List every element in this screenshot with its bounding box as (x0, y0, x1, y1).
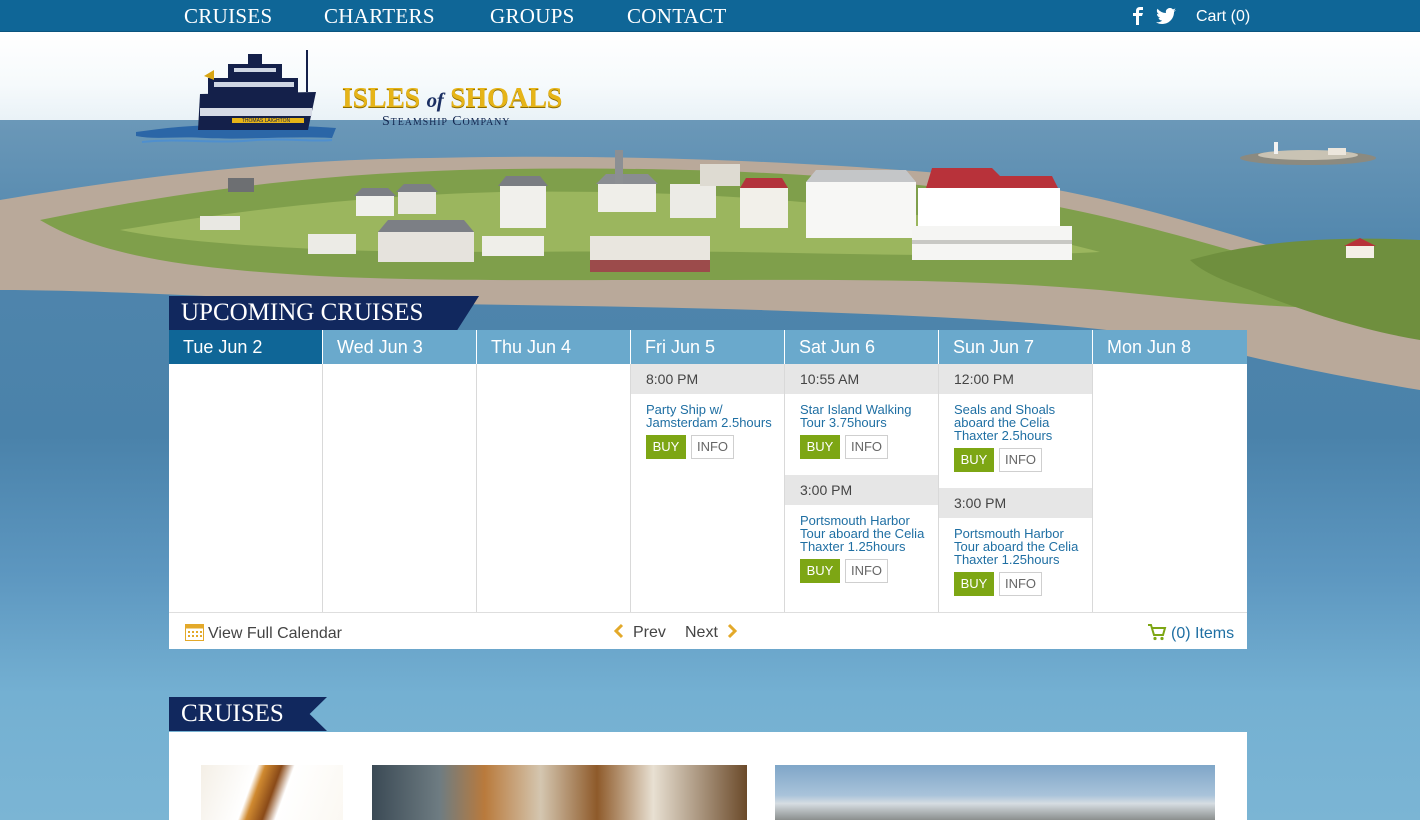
cruise-title-link[interactable]: Party Ship w/ Jamsterdam 2.5hours (646, 403, 778, 429)
cruises-section-title: CRUISES (169, 697, 327, 731)
calendar-footer: View Full Calendar Prev Next (0) Items (169, 612, 1247, 649)
buy-button[interactable]: BUY (954, 572, 994, 596)
upcoming-cruises-title: UPCOMING CRUISES (169, 296, 479, 330)
day-column-sat: 10:55 AM Star Island Walking Tour 3.75ho… (785, 364, 939, 612)
cruise-time: 3:00 PM (785, 475, 938, 505)
info-button[interactable]: INFO (999, 448, 1042, 472)
cruise-time: 3:00 PM (939, 488, 1092, 518)
cruise-title-link[interactable]: Portsmouth Harbor Tour aboard the Celia … (954, 527, 1086, 566)
cruise-time: 12:00 PM (939, 364, 1092, 394)
info-button[interactable]: INFO (691, 435, 734, 459)
nav-contact[interactable]: CONTACT (627, 4, 727, 29)
day-column-thu (477, 364, 631, 612)
cruise-thumbnail[interactable] (775, 765, 1215, 820)
boat-name-label: THOMAS LAIGHTON (242, 118, 291, 124)
buy-button[interactable]: BUY (646, 435, 686, 459)
info-button[interactable]: INFO (845, 435, 888, 459)
buy-button[interactable]: BUY (954, 448, 994, 472)
day-tab-mon-jun-8[interactable]: Mon Jun 8 (1093, 330, 1247, 364)
day-tab-wed-jun-3[interactable]: Wed Jun 3 (323, 330, 477, 364)
cruise-title-link[interactable]: Seals and Shoals aboard the Celia Thaxte… (954, 403, 1086, 442)
next-button[interactable]: Next (685, 623, 738, 642)
info-button[interactable]: INFO (999, 572, 1042, 596)
cruise-title-link[interactable]: Portsmouth Harbor Tour aboard the Celia … (800, 514, 932, 553)
day-column-wed (323, 364, 477, 612)
cruises-panel (169, 732, 1247, 820)
twitter-icon[interactable] (1156, 8, 1176, 29)
cruise-thumbnail[interactable] (201, 765, 343, 820)
calendar-header: Tue Jun 2 Wed Jun 3 Thu Jun 4 Fri Jun 5 … (169, 330, 1247, 364)
day-column-mon (1093, 364, 1247, 612)
day-tab-thu-jun-4[interactable]: Thu Jun 4 (477, 330, 631, 364)
day-tab-sat-jun-6[interactable]: Sat Jun 6 (785, 330, 939, 364)
nav-cruises[interactable]: CRUISES (184, 4, 272, 29)
buy-button[interactable]: BUY (800, 559, 840, 583)
cruise-thumbnail[interactable] (372, 765, 747, 820)
nav-groups[interactable]: GROUPS (490, 4, 575, 29)
buy-button[interactable]: BUY (800, 435, 840, 459)
cruise-title-link[interactable]: Star Island Walking Tour 3.75hours (800, 403, 932, 429)
day-tab-fri-jun-5[interactable]: Fri Jun 5 (631, 330, 785, 364)
day-column-fri: 8:00 PM Party Ship w/ Jamsterdam 2.5hour… (631, 364, 785, 612)
steamship-logo-icon: THOMAS LAIGHTON (136, 50, 336, 143)
calendar-icon (185, 624, 204, 641)
facebook-icon[interactable] (1132, 7, 1144, 30)
shopping-cart-icon (1148, 624, 1167, 641)
cruise-time: 10:55 AM (785, 364, 938, 394)
day-column-sun: 12:00 PM Seals and Shoals aboard the Cel… (939, 364, 1093, 612)
company-logo[interactable]: THOMAS LAIGHTON ISLES of SHOALS Steamshi… (136, 46, 596, 146)
day-tab-sun-jun-7[interactable]: Sun Jun 7 (939, 330, 1093, 364)
top-nav-bar: CRUISES CHARTERS GROUPS CONTACT Cart (0) (0, 0, 1420, 32)
prev-button[interactable]: Prev (613, 623, 666, 642)
cart-link[interactable]: Cart (0) (1196, 8, 1250, 26)
chevron-right-icon (727, 623, 738, 639)
nav-charters[interactable]: CHARTERS (324, 4, 435, 29)
logo-wordmark: ISLES of SHOALS (342, 83, 563, 114)
day-tab-tue-jun-2[interactable]: Tue Jun 2 (169, 330, 323, 364)
cart-items-link[interactable]: (0) Items (1147, 623, 1234, 643)
day-column-tue (169, 364, 323, 612)
cruise-time: 8:00 PM (631, 364, 784, 394)
cruise-calendar: Tue Jun 2 Wed Jun 3 Thu Jun 4 Fri Jun 5 … (169, 330, 1247, 649)
info-button[interactable]: INFO (845, 559, 888, 583)
chevron-left-icon (613, 623, 624, 639)
logo-subtitle: Steamship Company (382, 114, 511, 129)
view-full-calendar-link[interactable]: View Full Calendar (185, 623, 342, 643)
